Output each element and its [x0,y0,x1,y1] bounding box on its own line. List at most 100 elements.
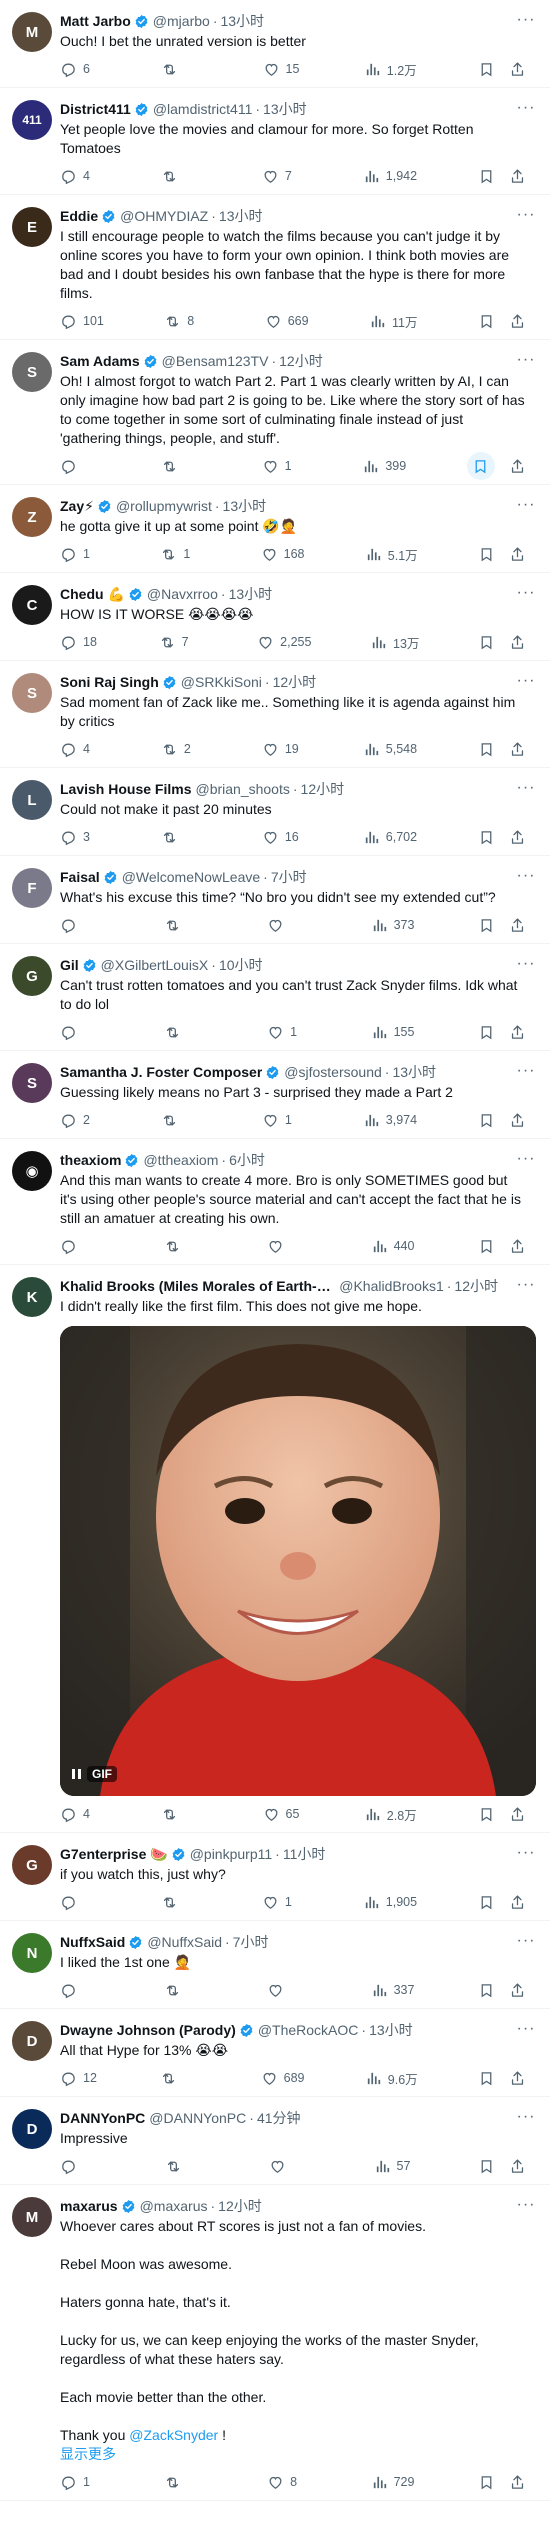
author-handle[interactable]: @rollupmywrist [116,497,212,515]
views-button[interactable]: 155 [371,1024,414,1041]
tweet[interactable]: N NuffxSaid @NuffxSaid · 7小时 ··· I liked the 1… [0,1921,550,2009]
share-button[interactable] [509,61,526,78]
share-button[interactable] [509,313,526,330]
like-button[interactable]: 689 [261,2070,304,2087]
avatar[interactable]: G [12,956,52,996]
like-button[interactable] [267,1238,307,1255]
retweet-button[interactable] [161,1112,201,1129]
reply-button[interactable]: 101 [60,313,104,330]
timestamp[interactable]: 7小时 [271,868,307,886]
like-button[interactable]: 7 [262,168,302,185]
bookmark-button[interactable] [478,917,495,934]
share-button[interactable] [509,2070,526,2087]
retweet-button[interactable] [160,2070,200,2087]
avatar[interactable]: M [12,12,52,52]
reply-button[interactable] [60,1024,100,1041]
tweet[interactable]: ◉ theaxiom @ttheaxiom · 6小时 ··· And this man w… [0,1139,550,1265]
more-icon[interactable]: ··· [514,2107,538,2127]
like-button[interactable] [267,917,307,934]
bookmark-button[interactable] [478,61,495,78]
more-icon[interactable]: ··· [514,98,538,118]
author-handle[interactable]: @sjfostersound [284,1063,381,1081]
tweet[interactable]: G G7enterprise 🍉 @pinkpurp11 · 11小时 ··· if you… [0,1833,550,1921]
views-button[interactable]: 1,905 [363,1894,417,1911]
more-icon[interactable]: ··· [514,583,538,603]
more-icon[interactable]: ··· [514,866,538,886]
author-handle[interactable]: @lamdistrict411 [153,100,253,118]
reply-button[interactable]: 2 [60,1112,100,1129]
author-handle[interactable]: @NuffxSaid [147,1933,222,1951]
bookmark-button[interactable] [478,829,495,846]
bookmark-button[interactable] [478,1806,495,1823]
tweet[interactable]: C Chedu 💪 @Navxrroo · 13小时 ··· HOW IS IT WORSE… [0,573,550,661]
bookmark-button[interactable] [478,168,495,185]
like-button[interactable]: 1 [267,1024,307,1041]
author-name[interactable]: Sam Adams [60,352,140,370]
avatar[interactable]: G [12,1845,52,1885]
views-button[interactable]: 5.1万 [365,545,418,564]
author-handle[interactable]: @WelcomeNowLeave [122,868,260,886]
bookmark-button[interactable] [466,452,495,480]
timestamp[interactable]: 13小时 [219,207,263,225]
more-icon[interactable]: ··· [514,205,538,225]
retweet-button[interactable] [165,2158,205,2175]
retweet-button[interactable] [164,1982,204,1999]
author-name[interactable]: Zay⚡ [60,497,94,515]
tweet[interactable]: 411 District411 @lamdistrict411 · 13小时 ··· Yet… [0,88,550,195]
timestamp[interactable]: 12小时 [273,673,317,691]
retweet-button[interactable] [164,917,204,934]
bookmark-button[interactable] [478,546,495,563]
like-button[interactable]: 669 [265,313,309,330]
author-name[interactable]: DANNYonPC [60,2109,145,2127]
more-icon[interactable]: ··· [514,1843,538,1863]
retweet-button[interactable]: 7 [159,634,199,651]
avatar[interactable]: L [12,780,52,820]
author-handle[interactable]: @brian_shoots [195,780,289,798]
show-more-link[interactable]: 显示更多 [60,2445,534,2464]
tweet[interactable]: K Khalid Brooks (Miles Morales of Earth-1… [0,1265,550,1833]
author-name[interactable]: Chedu 💪 [60,585,125,603]
views-button[interactable]: 337 [371,1982,414,1999]
views-button[interactable]: 3,974 [363,1112,417,1129]
views-button[interactable]: 9.6万 [365,2069,418,2088]
tweet[interactable]: E Eddie @OHMYDIAZ · 13小时 ··· I still encourage… [0,195,550,340]
more-icon[interactable]: ··· [514,350,538,370]
author-name[interactable]: Eddie [60,207,98,225]
like-button[interactable] [269,2158,309,2175]
author-handle[interactable]: @mjarbo [153,12,210,30]
timestamp[interactable]: 12小时 [218,2197,262,2215]
retweet-button[interactable] [161,458,201,475]
retweet-button[interactable] [161,1806,201,1823]
reply-button[interactable] [60,917,100,934]
author-name[interactable]: Faisal [60,868,100,886]
author-handle[interactable]: @DANNYonPC [149,2109,246,2127]
timestamp[interactable]: 13小时 [369,2021,413,2039]
timestamp[interactable]: 12小时 [301,780,345,798]
retweet-button[interactable] [161,61,201,78]
share-button[interactable] [509,829,526,846]
timestamp[interactable]: 10小时 [219,956,263,974]
avatar[interactable]: D [12,2021,52,2061]
bookmark-button[interactable] [478,1238,495,1255]
share-button[interactable] [509,917,526,934]
timestamp[interactable]: 6小时 [229,1151,265,1169]
avatar[interactable]: 411 [12,100,52,140]
avatar[interactable]: M [12,2197,52,2237]
retweet-button[interactable]: 8 [164,313,204,330]
bookmark-button[interactable] [478,741,495,758]
reply-button[interactable]: 6 [60,61,100,78]
avatar[interactable]: E [12,207,52,247]
like-button[interactable]: 65 [263,1806,303,1823]
bookmark-button[interactable] [478,1112,495,1129]
share-button[interactable] [509,1024,526,1041]
bookmark-button[interactable] [478,634,495,651]
author-name[interactable]: Dwayne Johnson (Parody) [60,2021,236,2039]
share-button[interactable] [509,1112,526,1129]
reply-button[interactable]: 4 [60,741,100,758]
reply-button[interactable] [60,1894,100,1911]
tweet[interactable]: Mmaxarus @maxarus · 12小时 ··· Whoever cares ab… [0,2185,550,2501]
retweet-button[interactable] [161,168,201,185]
share-button[interactable] [509,458,526,475]
author-name[interactable]: Matt Jarbo [60,12,131,30]
tweet[interactable]: G Gil @XGilbertLouisX · 10小时 ··· Can't trust r… [0,944,550,1051]
